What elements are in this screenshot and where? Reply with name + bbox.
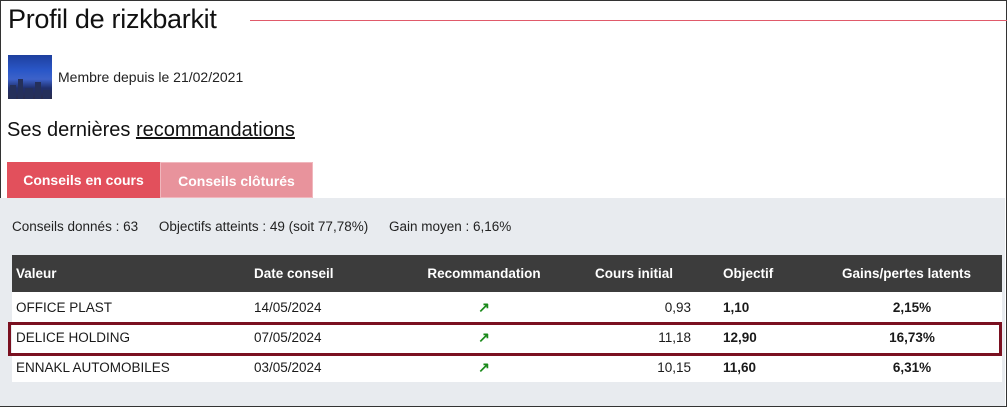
- cell-objectif: 1,10: [723, 299, 750, 315]
- col-header-recommandation[interactable]: Recommandation: [395, 255, 573, 292]
- cell-objectif: 12,90: [723, 329, 757, 345]
- cell-gain: 16,73%: [889, 329, 935, 345]
- trend-up-icon: ↗: [478, 328, 490, 345]
- col-header-gains[interactable]: Gains/pertes latents: [822, 255, 1002, 292]
- member-since: Membre depuis le 21/02/2021: [58, 69, 244, 85]
- stat-conseils-donnes: Conseils donnés : 63: [12, 219, 139, 234]
- section-heading: Ses dernières recommandations: [7, 119, 295, 142]
- table-row[interactable]: OFFICE PLAST 14/05/2024 ↗ 0,93 1,10 2,15…: [12, 292, 1002, 322]
- col-header-date[interactable]: Date conseil: [250, 255, 395, 292]
- stat-objectifs-atteints: Objectifs atteints : 49 (soit 77,78%): [158, 219, 369, 234]
- table-row[interactable]: ENNAKL AUTOMOBILES 03/05/2024 ↗ 10,15 11…: [12, 352, 1002, 382]
- cell-date: 14/05/2024: [254, 299, 322, 315]
- recommendations-link[interactable]: recommandations: [136, 119, 295, 141]
- cell-cours-initial: 11,18: [658, 329, 691, 345]
- recommendations-table: Valeur Date conseil Recommandation Cours…: [12, 255, 1002, 382]
- cell-cours-initial: 10,15: [657, 359, 691, 375]
- col-header-valeur[interactable]: Valeur: [12, 255, 250, 292]
- cell-gain: 6,31%: [892, 359, 932, 375]
- col-header-objectif[interactable]: Objectif: [695, 255, 822, 292]
- cell-date: 07/05/2024: [254, 329, 322, 345]
- cell-date: 03/05/2024: [254, 359, 322, 375]
- title-divider: [250, 20, 1007, 21]
- table-row[interactable]: DELICE HOLDING 07/05/2024 ↗ 11,18 12,90 …: [12, 322, 1002, 352]
- trend-up-icon: ↗: [478, 298, 490, 315]
- cell-cours-initial: 0,93: [664, 299, 691, 315]
- cell-objectif: 11,60: [723, 359, 757, 375]
- cell-valeur[interactable]: ENNAKL AUTOMOBILES: [12, 352, 250, 382]
- avatar[interactable]: [8, 55, 52, 99]
- cell-valeur[interactable]: OFFICE PLAST: [12, 292, 250, 322]
- tab-conseils-en-cours[interactable]: Conseils en cours: [7, 162, 160, 198]
- cell-gain: 2,15%: [892, 299, 932, 315]
- tab-conseils-clotures[interactable]: Conseils clôturés: [160, 162, 313, 198]
- trend-up-icon: ↗: [478, 358, 490, 375]
- stat-gain-moyen: Gain moyen : 6,16%: [388, 219, 512, 234]
- page-title: Profil de rizkbarkit: [8, 4, 217, 34]
- cell-valeur[interactable]: DELICE HOLDING: [12, 322, 250, 352]
- section-heading-prefix: Ses dernières: [7, 119, 136, 141]
- col-header-cours-initial[interactable]: Cours initial: [573, 255, 695, 292]
- table-header-row: Valeur Date conseil Recommandation Cours…: [12, 255, 1002, 292]
- stats-bar: Conseils donnés : 63 Objectifs atteints …: [12, 219, 528, 234]
